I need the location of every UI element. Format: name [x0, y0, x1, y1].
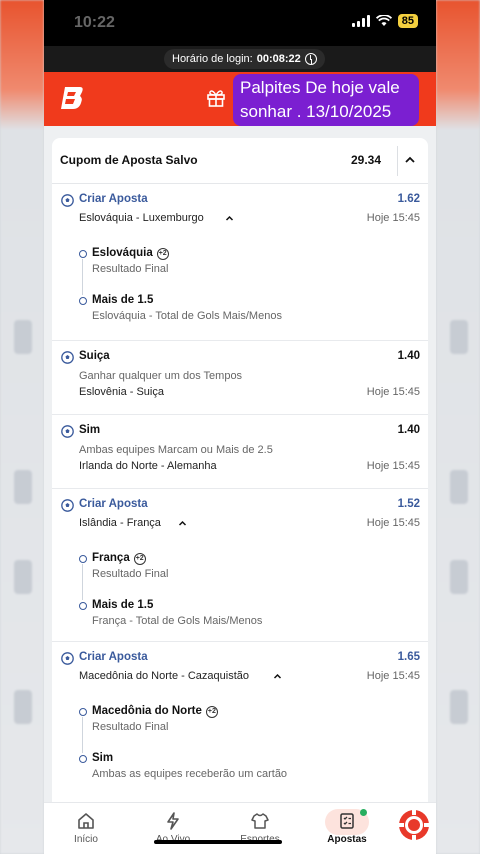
soccer-ball-icon	[61, 652, 74, 665]
battery-level: 85	[397, 14, 418, 28]
bet-market: Ganhar qualquer um dos Tempos	[79, 370, 243, 382]
login-label: Horário de login:	[172, 53, 253, 65]
bet-time: Hoje 15:45	[366, 460, 420, 472]
coupon-title: Cupom de Aposta Salvo	[60, 153, 198, 167]
login-bar: Horário de login: 00:08:22	[44, 46, 436, 72]
bet-title[interactable]: Criar Aposta	[79, 651, 148, 663]
promo-overlay: Palpites De hoje vale sonhar . 13/10/202…	[233, 74, 419, 126]
leg-dot	[79, 297, 87, 305]
leg-pick: Sim	[92, 752, 114, 764]
bet-odds: 1.52	[397, 498, 420, 510]
bottom-nav: Início Ao Vivo Esportes Apostas	[44, 802, 436, 854]
home-indicator	[154, 840, 282, 844]
leg-pick: Mais de 1.5	[92, 599, 154, 611]
bet-pick: Suiça	[79, 350, 110, 362]
plus-two-badge: +2	[133, 553, 146, 565]
bet-item: Criar Aposta 1.62 Eslováquia - Luxemburg…	[52, 184, 428, 341]
chevron-up-icon[interactable]	[404, 154, 416, 166]
nav-home[interactable]: Início	[56, 811, 116, 845]
leg-market: Ambas as equipes receberão um cartão	[92, 768, 288, 780]
nav-home-label: Início	[74, 834, 98, 845]
brand-logo-icon[interactable]	[58, 84, 86, 112]
bet-odds: 1.65	[397, 651, 420, 663]
bet-odds: 1.40	[397, 350, 420, 362]
leg-connector	[82, 564, 83, 600]
bet-match: Islândia - França	[79, 517, 161, 529]
bet-match: Irlanda do Norte - Alemanha	[79, 460, 217, 472]
coupon-divider	[397, 146, 398, 176]
leg-market: França - Total de Gols Mais/Menos	[92, 615, 263, 627]
leg-connector	[82, 259, 83, 295]
bet-item: Suiça 1.40 Ganhar qualquer um dos Tempos…	[52, 341, 428, 415]
nav-bets[interactable]: Apostas	[317, 811, 377, 845]
login-value: 00:08:22	[256, 53, 301, 65]
gift-icon[interactable]	[206, 88, 226, 108]
leg-dot	[79, 555, 87, 563]
bet-time: Hoje 15:45	[366, 386, 420, 398]
leg-pick: Macedônia do Norte +2	[92, 705, 218, 718]
blurred-right-background	[436, 0, 480, 854]
saved-coupon-card: Cupom de Aposta Salvo 29.34 Criar Aposta…	[52, 138, 428, 818]
leg-pick: Eslováquia +2	[92, 247, 169, 260]
nav-bets-label: Apostas	[327, 834, 367, 845]
bet-title[interactable]: Criar Aposta	[79, 193, 148, 205]
lightning-icon	[167, 812, 179, 830]
leg-market: Eslováquia - Total de Gols Mais/Menos	[92, 310, 282, 322]
leg-market: Resultado Final	[92, 568, 169, 580]
bet-time: Hoje 15:45	[366, 670, 420, 682]
soccer-ball-icon	[61, 499, 74, 512]
leg-dot	[79, 250, 87, 258]
wifi-icon	[375, 15, 392, 26]
bet-title[interactable]: Criar Aposta	[79, 498, 148, 510]
bet-slip-icon	[340, 813, 354, 829]
bet-odds: 1.40	[397, 424, 420, 436]
coupon-header[interactable]: Cupom de Aposta Salvo 29.34	[52, 138, 428, 184]
signal-icon	[351, 15, 370, 27]
plus-two-badge: +2	[156, 248, 169, 260]
phone-screen: 10:22 85 Horário de login: 00:08:22 Palp…	[44, 0, 436, 854]
leg-dot	[79, 755, 87, 763]
bet-time: Hoje 15:45	[366, 517, 420, 529]
bet-item: Criar Aposta 1.52 Islândia - França Hoje…	[52, 489, 428, 642]
bet-pick: Sim	[79, 424, 101, 436]
bet-item: Criar Aposta 1.65 Macedônia do Norte - C…	[52, 642, 428, 812]
leg-pick: Mais de 1.5	[92, 294, 154, 306]
jersey-icon	[251, 813, 269, 829]
soccer-ball-icon	[61, 194, 74, 207]
bet-match: Eslovênia - Suiça	[79, 386, 164, 398]
status-bar: 10:22 85	[44, 0, 436, 46]
casino-chip-icon[interactable]	[397, 808, 431, 842]
plus-two-badge: +2	[205, 706, 218, 718]
leg-market: Resultado Final	[92, 721, 169, 733]
leg-market: Resultado Final	[92, 263, 169, 275]
promo-line-2: sonhar . 13/10/2025	[240, 102, 392, 121]
bet-market: Ambas equipes Marcam ou Mais de 2.5	[79, 444, 273, 456]
status-icons: 85	[351, 14, 418, 28]
coupon-total-odds: 29.34	[350, 153, 381, 167]
bet-item: Sim 1.40 Ambas equipes Marcam ou Mais de…	[52, 415, 428, 489]
bet-odds: 1.62	[397, 193, 420, 205]
bet-time: Hoje 15:45	[366, 212, 420, 224]
main-content: Cupom de Aposta Salvo 29.34 Criar Aposta…	[44, 126, 436, 818]
promo-line-1: Palpites De hoje vale	[240, 78, 400, 97]
app-header: Palpites De hoje vale sonhar . 13/10/202…	[44, 72, 436, 126]
chevron-up-icon[interactable]	[178, 519, 187, 528]
login-timer: Horário de login: 00:08:22	[164, 49, 325, 69]
chevron-up-icon[interactable]	[225, 214, 234, 223]
soccer-ball-icon	[61, 425, 74, 438]
bet-match: Eslováquia - Luxemburgo	[79, 212, 204, 224]
bet-match: Macedônia do Norte - Cazaquistão	[79, 670, 249, 682]
home-icon	[78, 813, 94, 829]
chevron-up-icon[interactable]	[273, 672, 282, 681]
soccer-ball-icon	[61, 351, 74, 364]
leg-connector	[82, 717, 83, 753]
blurred-left-background	[0, 0, 44, 854]
leg-pick: França +2	[92, 552, 146, 565]
clock-icon	[304, 53, 317, 65]
leg-dot	[79, 708, 87, 716]
leg-dot	[79, 602, 87, 610]
notification-dot	[360, 809, 367, 816]
